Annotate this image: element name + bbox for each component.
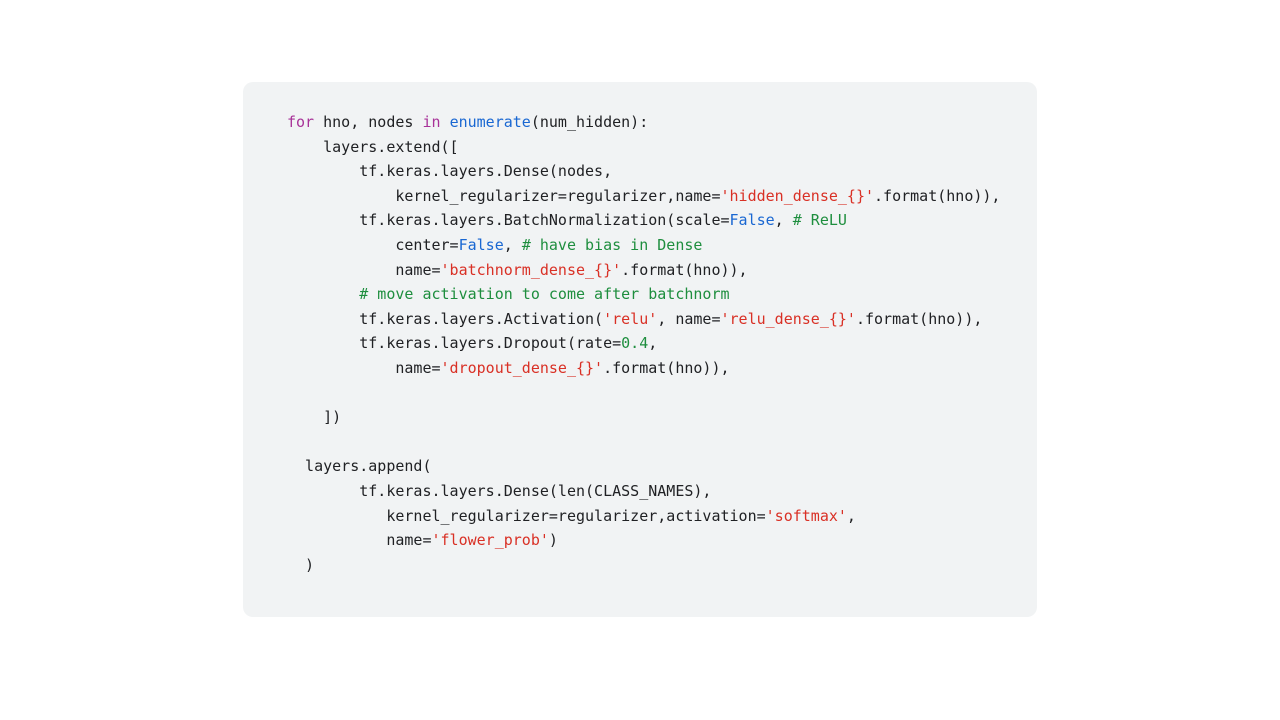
code-line-4: kernel_regularizer=regularizer,name='hid… xyxy=(287,187,1000,205)
code-line-11: name='dropout_dense_{}'.format(hno)), xyxy=(287,359,730,377)
code-line-18: name='flower_prob') xyxy=(287,531,558,549)
code-line-15: layers.append( xyxy=(287,457,432,475)
code-line-13: ]) xyxy=(287,408,341,426)
code-line-9: tf.keras.layers.Activation('relu', name=… xyxy=(287,310,982,328)
code-line-10: tf.keras.layers.Dropout(rate=0.4, xyxy=(287,334,657,352)
code-line-6: center=False, # have bias in Dense xyxy=(287,236,702,254)
code-line-8: # move activation to come after batchnor… xyxy=(287,285,730,303)
code-line-5: tf.keras.layers.BatchNormalization(scale… xyxy=(287,211,847,229)
code-line-2: layers.extend([ xyxy=(287,138,459,156)
code-line-7: name='batchnorm_dense_{}'.format(hno)), xyxy=(287,261,748,279)
code-line-3: tf.keras.layers.Dense(nodes, xyxy=(287,162,612,180)
code-snippet: for hno, nodes in enumerate(num_hidden):… xyxy=(243,82,1037,617)
code-line-17: kernel_regularizer=regularizer,activatio… xyxy=(287,507,856,525)
code-line-1: for hno, nodes in enumerate(num_hidden): xyxy=(287,113,648,131)
code-line-16: tf.keras.layers.Dense(len(CLASS_NAMES), xyxy=(287,482,711,500)
code-line-19: ) xyxy=(287,556,314,574)
